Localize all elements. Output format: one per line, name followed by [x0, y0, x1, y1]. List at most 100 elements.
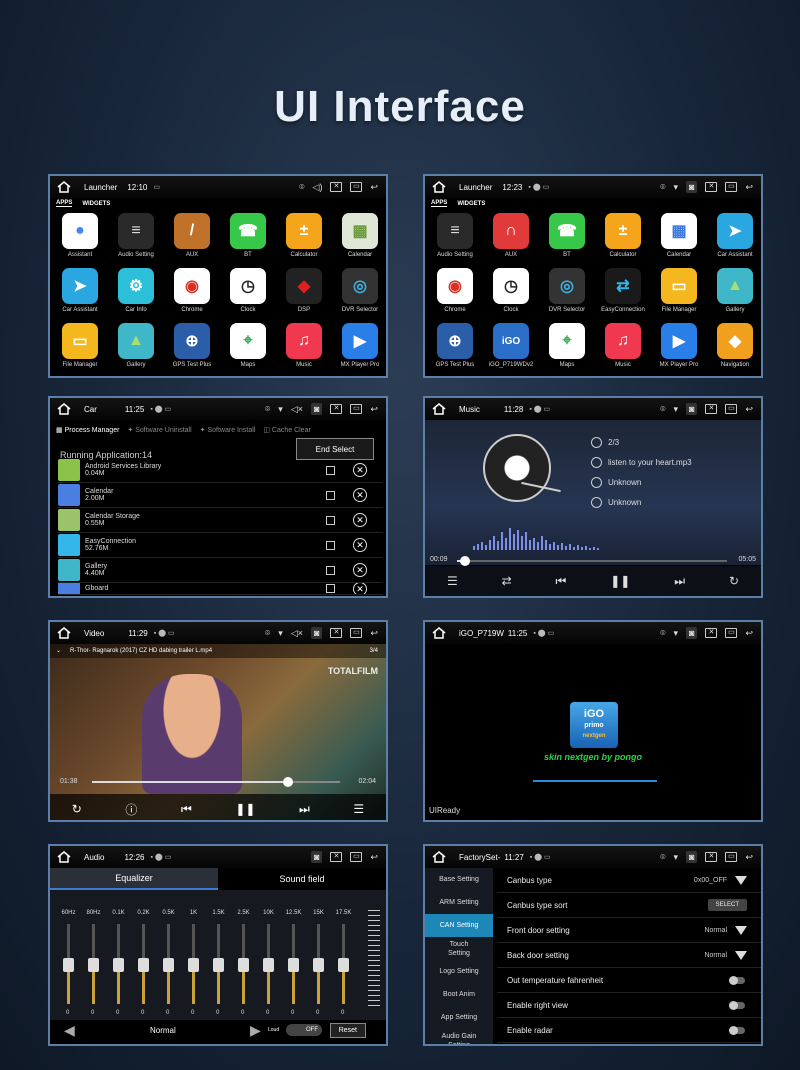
home-icon[interactable] [431, 402, 447, 416]
band-slider[interactable] [238, 924, 249, 1004]
band-slider[interactable] [213, 924, 224, 1004]
select-checkbox[interactable] [326, 584, 335, 593]
app-music[interactable]: ♫ Music [595, 323, 651, 376]
recent-apps-icon[interactable]: ▭ [350, 852, 363, 862]
cache-clear-tab[interactable]: ◫ Cache Clear [263, 426, 310, 434]
app-calendar[interactable]: ▦ Calendar [332, 213, 386, 268]
app-chrome[interactable]: ◉ Chrome [427, 268, 483, 323]
slider-thumb[interactable] [263, 958, 274, 972]
close-app-icon[interactable]: ✕ [330, 182, 343, 192]
shuffle-icon[interactable]: ⇄ [502, 574, 512, 588]
app-car-info[interactable]: ⚙ Car Info [108, 268, 164, 323]
app-bt[interactable]: ☎ BT [220, 213, 276, 268]
settings-menu-item[interactable]: CAN Setting [425, 914, 493, 937]
recent-apps-icon[interactable]: ▭ [350, 182, 363, 192]
app-calendar[interactable]: ▦ Calendar [651, 213, 707, 268]
recent-apps-icon[interactable]: ▭ [350, 628, 363, 638]
app-file-manager[interactable]: ▭ File Manager [52, 323, 108, 376]
kill-icon[interactable]: ✕ [353, 513, 367, 527]
pause-icon[interactable]: ❚❚ [235, 802, 255, 816]
app-navigation[interactable]: ◆ Navigation [707, 323, 761, 376]
setting-row[interactable]: Enable radar [497, 1018, 761, 1043]
settings-menu-item[interactable]: Boot Anim [425, 983, 493, 1006]
playlist-icon[interactable]: ☰ [447, 574, 458, 588]
recent-apps-icon[interactable]: ▭ [725, 182, 738, 192]
software-uninstall-tab[interactable]: ✦ Software Uninstall [127, 426, 191, 434]
setting-row[interactable]: Enable right view [497, 993, 761, 1018]
settings-menu-item[interactable]: Logo Setting [425, 960, 493, 983]
screenshot-icon[interactable]: ◙ [686, 851, 698, 863]
band-slider[interactable] [138, 924, 149, 1004]
home-icon[interactable] [431, 180, 447, 194]
preset-next-icon[interactable]: ▶ [250, 1022, 261, 1039]
recent-apps-icon[interactable]: ▭ [725, 628, 738, 638]
playlist-icon[interactable]: ☰ [353, 802, 364, 816]
app-car-assistant[interactable]: ➤ Car Assistant [52, 268, 108, 323]
slider-thumb[interactable] [213, 958, 224, 972]
setting-row[interactable]: Canbus type sort SELECT [497, 893, 761, 918]
app-dvr-selector[interactable]: ◎ DVR Selector [539, 268, 595, 323]
master-volume-scale[interactable] [368, 910, 380, 1010]
screenshot-icon[interactable]: ◙ [311, 403, 323, 415]
dropdown-icon[interactable] [735, 925, 747, 935]
app-gps-test-plus[interactable]: ⊕ GPS Test Plus [164, 323, 220, 376]
process-manager-tab[interactable]: ▦ Process Manager [56, 426, 119, 434]
video-frame[interactable]: ⌄ R-Thor- Ragnarok (2017) CZ HD dabing tr… [50, 644, 386, 820]
mute-icon[interactable]: ◁× [291, 404, 303, 415]
back-icon[interactable]: ↩ [370, 404, 378, 415]
select-checkbox[interactable] [326, 490, 335, 500]
settings-menu-item[interactable]: App Setting [425, 1006, 493, 1029]
preset-prev-icon[interactable]: ◀ [64, 1022, 75, 1039]
app-music[interactable]: ♫ Music [276, 323, 332, 376]
app-maps[interactable]: ⌖ Maps [220, 323, 276, 376]
recent-apps-icon[interactable]: ▭ [350, 404, 363, 414]
screenshot-icon[interactable]: ◙ [311, 851, 323, 863]
app-calculator[interactable]: ± Calculator [595, 213, 651, 268]
band-slider[interactable] [188, 924, 199, 1004]
app-audio-setting[interactable]: ≡ Audio Setting [427, 213, 483, 268]
previous-icon[interactable]: ⏮ [556, 574, 567, 589]
slider-thumb[interactable] [313, 958, 324, 972]
app-mx-player-pro[interactable]: ▶ MX Player Pro [332, 323, 386, 376]
pause-icon[interactable]: ❚❚ [610, 574, 630, 588]
kill-icon[interactable]: ✕ [353, 583, 367, 594]
home-icon[interactable] [56, 180, 72, 194]
tab-apps[interactable]: APPS [431, 200, 448, 207]
close-app-icon[interactable]: ✕ [705, 182, 718, 192]
chevron-down-icon[interactable]: ⌄ [56, 644, 61, 658]
slider-thumb[interactable] [288, 958, 299, 972]
screenshot-icon[interactable]: ◙ [686, 181, 698, 193]
app-audio-setting[interactable]: ≡ Audio Setting [108, 213, 164, 268]
select-checkbox[interactable] [326, 465, 335, 475]
band-slider[interactable] [63, 924, 74, 1004]
close-app-icon[interactable]: ✕ [330, 404, 343, 414]
home-icon[interactable] [56, 626, 72, 640]
app-dvr-selector[interactable]: ◎ DVR Selector [332, 268, 386, 323]
seek-bar[interactable] [457, 560, 727, 562]
back-icon[interactable]: ↩ [745, 404, 753, 415]
app-aux[interactable]: ∩ AUX [483, 213, 539, 268]
seek-knob[interactable] [282, 777, 293, 787]
slider-thumb[interactable] [113, 958, 124, 972]
dropdown-icon[interactable] [735, 875, 747, 885]
recent-apps-icon[interactable]: ▭ [725, 404, 738, 414]
volume-icon[interactable]: ◁) [313, 182, 323, 193]
end-select-button[interactable]: End Select [296, 438, 374, 460]
app-dsp[interactable]: ◆ DSP [276, 268, 332, 323]
repeat-icon[interactable]: ↻ [729, 574, 739, 588]
settings-menu-item[interactable]: Base Setting [425, 868, 493, 891]
app-easyconnection[interactable]: ⇄ EasyConnection [595, 268, 651, 323]
band-slider[interactable] [163, 924, 174, 1004]
settings-menu-item[interactable]: Audio Gain Setting [425, 1029, 493, 1045]
app-bt[interactable]: ☎ BT [539, 213, 595, 268]
app-mx-player-pro[interactable]: ▶ MX Player Pro [651, 323, 707, 376]
app-car-assistant[interactable]: ➤ Car Assistant [707, 213, 761, 268]
app-chrome[interactable]: ◉ Chrome [164, 268, 220, 323]
back-icon[interactable]: ↩ [745, 182, 753, 193]
tab-apps[interactable]: APPS [56, 200, 73, 207]
close-app-icon[interactable]: ✕ [330, 852, 343, 862]
home-icon[interactable] [56, 850, 72, 864]
back-icon[interactable]: ↩ [745, 628, 753, 639]
slider-thumb[interactable] [138, 958, 149, 972]
app-maps[interactable]: ⌖ Maps [539, 323, 595, 376]
